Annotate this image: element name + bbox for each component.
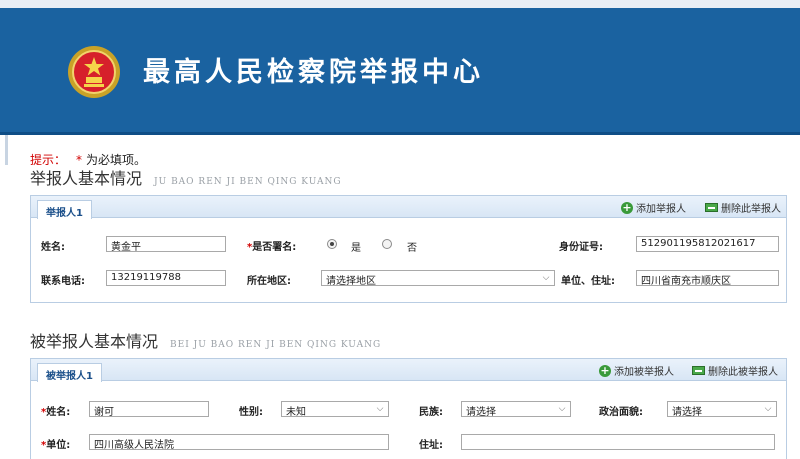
chevron-down-icon: ⌵ (764, 404, 772, 414)
delete-reported-button[interactable]: 删除此被举报人 (692, 363, 778, 378)
ethnicity-label: 民族: (419, 407, 443, 418)
region-select-value: 请选择地区 (326, 276, 376, 287)
reported-address-input[interactable] (461, 434, 775, 450)
add-reported-label: 添加被举报人 (614, 367, 674, 378)
plus-circle-icon: + (621, 200, 633, 214)
add-reporter-label: 添加举报人 (636, 204, 686, 215)
site-title: 最高人民检察院举报中心 (143, 57, 484, 88)
header-top-strip (0, 0, 800, 8)
gender-select-value: 未知 (286, 407, 306, 418)
phone-input[interactable]: 13219119788 (106, 270, 226, 286)
chevron-down-icon: ⌵ (558, 404, 566, 414)
signed-no-label: 否 (407, 243, 417, 254)
political-select-value: 请选择 (672, 407, 702, 418)
reporter-title-pinyin: JU BAO REN JI BEN QING KUANG (154, 177, 342, 187)
reported-title-pinyin: BEI JU BAO REN JI BEN QING KUANG (170, 340, 382, 350)
reporter-section-title: 举报人基本情况 JU BAO REN JI BEN QING KUANG (30, 165, 342, 189)
delete-reported-label: 删除此被举报人 (708, 367, 778, 378)
reported-section-title: 被举报人基本情况 BEI JU BAO REN JI BEN QING KUANG (30, 328, 381, 352)
minus-box-icon (692, 366, 705, 375)
unit-label-text: 单位: (46, 440, 71, 451)
add-reporter-button[interactable]: + 添加举报人 (621, 200, 686, 215)
unit-label: *单位: (41, 440, 71, 451)
tab-reporter-1[interactable]: 举报人1 (37, 200, 92, 219)
unit-input[interactable]: 四川高级人民法院 (89, 434, 389, 450)
political-select[interactable]: 请选择 ⌵ (667, 401, 777, 418)
id-number-input[interactable]: 512901195812021617 (636, 236, 779, 252)
signed-yes-label: 是 (351, 243, 361, 254)
id-number-label: 身份证号: (559, 242, 603, 253)
ethnicity-select[interactable]: 请选择 ⌵ (461, 401, 571, 418)
add-reported-button[interactable]: + 添加被举报人 (599, 363, 674, 378)
signed-yes-radio[interactable] (327, 239, 337, 249)
tab-reported-1[interactable]: 被举报人1 (37, 363, 102, 382)
site-header: 最高人民检察院举报中心 (0, 0, 800, 135)
reported-address-label: 住址: (419, 440, 443, 451)
reported-name-label: *姓名: (41, 407, 71, 418)
ethnicity-select-value: 请选择 (466, 407, 496, 418)
signed-label-text: 是否署名: (252, 242, 297, 253)
page-frame-edge (5, 135, 8, 165)
signed-label: *是否署名: (247, 242, 297, 253)
reporter-address-input[interactable]: 四川省南充市顺庆区 (636, 270, 779, 286)
reported-panel: 被举报人1 + 添加被举报人 删除此被举报人 *姓名: 谢可 性别: 未知 ⌵ … (30, 358, 787, 459)
region-select[interactable]: 请选择地区 ⌵ (321, 270, 555, 287)
chevron-down-icon: ⌵ (542, 273, 550, 283)
region-label: 所在地区: (247, 276, 291, 287)
plus-circle-icon: + (599, 363, 611, 377)
reported-panel-bar: 被举报人1 + 添加被举报人 删除此被举报人 (31, 359, 786, 382)
reported-name-label-text: 姓名: (46, 407, 71, 418)
reporter-title-text: 举报人基本情况 (30, 169, 143, 188)
gender-label: 性别: (239, 407, 263, 418)
address-label: 单位、住址: (561, 276, 615, 287)
national-emblem-icon (68, 46, 120, 98)
delete-reporter-button[interactable]: 删除此举报人 (705, 200, 781, 215)
header-bottom-strip (0, 132, 800, 135)
reporter-name-input[interactable]: 黄金平 (106, 236, 226, 252)
reported-name-input[interactable]: 谢可 (89, 401, 209, 417)
phone-label: 联系电话: (41, 276, 85, 287)
political-label: 政治面貌: (599, 407, 643, 418)
delete-reporter-label: 删除此举报人 (721, 204, 781, 215)
chevron-down-icon: ⌵ (376, 404, 384, 414)
reporter-panel-bar: 举报人1 + 添加举报人 删除此举报人 (31, 196, 786, 219)
reported-title-text: 被举报人基本情况 (30, 332, 159, 351)
minus-box-icon (705, 203, 718, 212)
reporter-panel: 举报人1 + 添加举报人 删除此举报人 姓名: 黄金平 *是否署名: 是 否 身… (30, 195, 787, 303)
gender-select[interactable]: 未知 ⌵ (281, 401, 389, 418)
reporter-name-label: 姓名: (41, 242, 65, 253)
signed-no-radio[interactable] (382, 239, 392, 249)
